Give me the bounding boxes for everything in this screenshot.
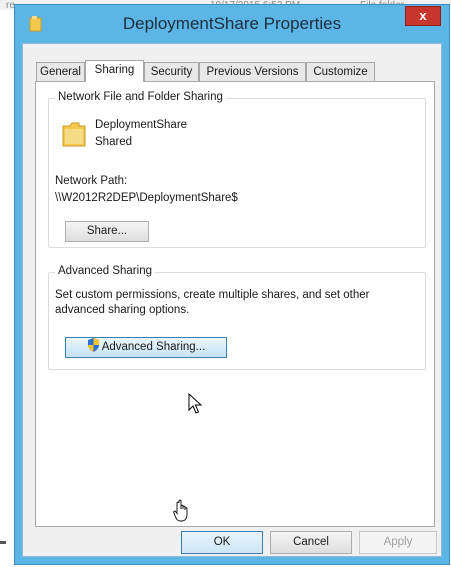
- tab-previous-versions[interactable]: Previous Versions: [199, 62, 306, 81]
- ok-button[interactable]: OK: [181, 531, 263, 554]
- tab-general[interactable]: General: [36, 62, 85, 81]
- shared-folder-icon: [62, 122, 86, 147]
- hand-cursor: [173, 499, 188, 522]
- window-title: DeploymentShare Properties: [122, 14, 342, 33]
- apply-button[interactable]: Apply: [359, 531, 437, 554]
- title-bar[interactable]: DeploymentShare Properties x: [15, 5, 449, 43]
- background-mark: [0, 541, 6, 544]
- dialog-client-area: General Sharing Security Previous Versio…: [22, 43, 442, 557]
- close-icon: x: [419, 8, 427, 23]
- tab-security[interactable]: Security: [144, 62, 199, 81]
- network-sharing-group: Network File and Folder Sharing Deployme…: [48, 91, 426, 248]
- sharing-tab-panel: Network File and Folder Sharing Deployme…: [35, 81, 435, 527]
- network-sharing-group-label: Network File and Folder Sharing: [55, 91, 226, 103]
- advanced-sharing-group: Advanced Sharing Set custom permissions,…: [48, 265, 426, 370]
- advanced-sharing-button-label: Advanced Sharing...: [101, 341, 206, 353]
- close-button[interactable]: x: [405, 6, 441, 26]
- shield-icon: [87, 338, 99, 353]
- network-path-value: \\W2012R2DEP\DeploymentShare$: [55, 192, 238, 204]
- share-button[interactable]: Share...: [65, 221, 149, 242]
- folder-status: Shared: [95, 136, 133, 148]
- advanced-sharing-description-line-1: Set custom permissions, create multiple …: [55, 289, 370, 301]
- advanced-sharing-group-label: Advanced Sharing: [55, 265, 155, 277]
- advanced-sharing-button[interactable]: Advanced Sharing...: [65, 337, 227, 358]
- tab-sharing[interactable]: Sharing: [85, 60, 144, 82]
- folder-name: DeploymentShare: [95, 119, 188, 131]
- network-path-label: Network Path:: [55, 175, 128, 187]
- properties-dialog: DeploymentShare Properties x General Sha…: [14, 4, 450, 565]
- advanced-sharing-description-line-2: advanced sharing options.: [55, 304, 190, 316]
- tab-customize[interactable]: Customize: [306, 62, 375, 81]
- arrow-cursor: [188, 393, 202, 414]
- cancel-button[interactable]: Cancel: [270, 531, 352, 554]
